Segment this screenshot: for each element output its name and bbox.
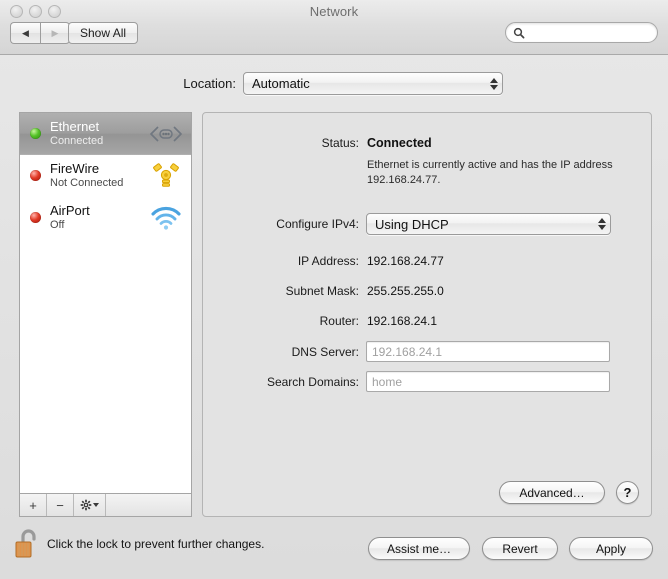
configure-ipv4-value: Using DHCP [367, 217, 592, 232]
window-title: Network [0, 4, 668, 19]
search-field[interactable] [505, 22, 658, 43]
dns-server-label: DNS Server: [203, 345, 359, 359]
subnet-mask-label: Subnet Mask: [203, 284, 359, 298]
location-row: Location: Automatic [0, 72, 668, 96]
search-domains-input[interactable] [372, 375, 604, 389]
subnet-mask-value: 255.255.255.0 [367, 284, 444, 298]
location-popup-button[interactable]: Automatic [243, 72, 503, 95]
window-titlebar: Network ◀ ▶ Show All [0, 0, 668, 55]
sidebar-item-ethernet[interactable]: Ethernet Connected [20, 113, 191, 155]
show-all-button[interactable]: Show All [68, 22, 138, 44]
sidebar-item-airport[interactable]: AirPort Off [20, 197, 191, 239]
ip-address-label: IP Address: [203, 254, 359, 268]
services-toolbar: + − [20, 493, 191, 516]
lock-control[interactable]: Click the lock to prevent further change… [14, 527, 264, 561]
service-name: FireWire [50, 162, 149, 177]
router-label: Router: [203, 314, 359, 328]
network-services-sidebar: Ethernet Connected FireWire Not Connecte… [19, 112, 192, 517]
status-description: Ethernet is currently active and has the… [367, 158, 617, 187]
network-detail-panel: Status: Connected Ethernet is currently … [202, 112, 652, 517]
advanced-button[interactable]: Advanced… [499, 481, 605, 504]
service-name: AirPort [50, 204, 149, 219]
location-label: Location: [0, 76, 236, 91]
revert-button[interactable]: Revert [482, 537, 558, 560]
service-state: Connected [50, 135, 149, 147]
status-indicator-icon [30, 128, 41, 139]
service-name: Ethernet [50, 120, 149, 135]
assist-me-button[interactable]: Assist me… [368, 537, 470, 560]
status-indicator-icon [30, 170, 41, 181]
service-actions-button[interactable] [74, 494, 106, 516]
gear-icon [80, 499, 92, 511]
network-services-list: Ethernet Connected FireWire Not Connecte… [20, 113, 191, 487]
configure-ipv4-label: Configure IPv4: [203, 217, 359, 231]
ethernet-icon [149, 119, 183, 149]
search-domains-label: Search Domains: [203, 375, 359, 389]
search-icon [513, 27, 525, 39]
chevron-down-icon [93, 503, 99, 507]
back-arrow-icon: ◀ [22, 29, 29, 38]
add-service-button[interactable]: + [20, 494, 47, 516]
firewire-icon [149, 161, 183, 191]
router-value: 192.168.24.1 [367, 314, 437, 328]
sidebar-item-firewire[interactable]: FireWire Not Connected [20, 155, 191, 197]
updown-arrows-icon [484, 73, 502, 94]
location-selected-value: Automatic [244, 76, 484, 91]
apply-button[interactable]: Apply [569, 537, 653, 560]
forward-arrow-icon: ▶ [52, 29, 59, 38]
preferences-toolbar: ◀ ▶ Show All [0, 22, 668, 50]
status-indicator-icon [30, 212, 41, 223]
navigation-button-group: ◀ ▶ [10, 22, 70, 44]
search-input[interactable] [529, 26, 649, 40]
service-text: FireWire Not Connected [50, 162, 149, 189]
search-domains-field[interactable] [366, 371, 610, 392]
forward-button[interactable]: ▶ [40, 22, 70, 44]
service-text: Ethernet Connected [50, 120, 149, 147]
dns-server-input[interactable] [372, 345, 604, 359]
remove-service-button[interactable]: − [47, 494, 74, 516]
updown-arrows-icon [592, 214, 610, 234]
lock-message: Click the lock to prevent further change… [47, 537, 264, 551]
help-button[interactable]: ? [616, 481, 639, 504]
service-text: AirPort Off [50, 204, 149, 231]
configure-ipv4-popup-button[interactable]: Using DHCP [366, 213, 611, 235]
back-button[interactable]: ◀ [10, 22, 40, 44]
unlocked-padlock-icon [14, 527, 40, 561]
dns-server-field[interactable] [366, 341, 610, 362]
status-value: Connected [367, 136, 432, 150]
status-label: Status: [203, 136, 359, 150]
service-state: Off [50, 219, 149, 231]
ip-address-value: 192.168.24.77 [367, 254, 444, 268]
service-state: Not Connected [50, 177, 149, 189]
airport-icon [149, 203, 183, 233]
